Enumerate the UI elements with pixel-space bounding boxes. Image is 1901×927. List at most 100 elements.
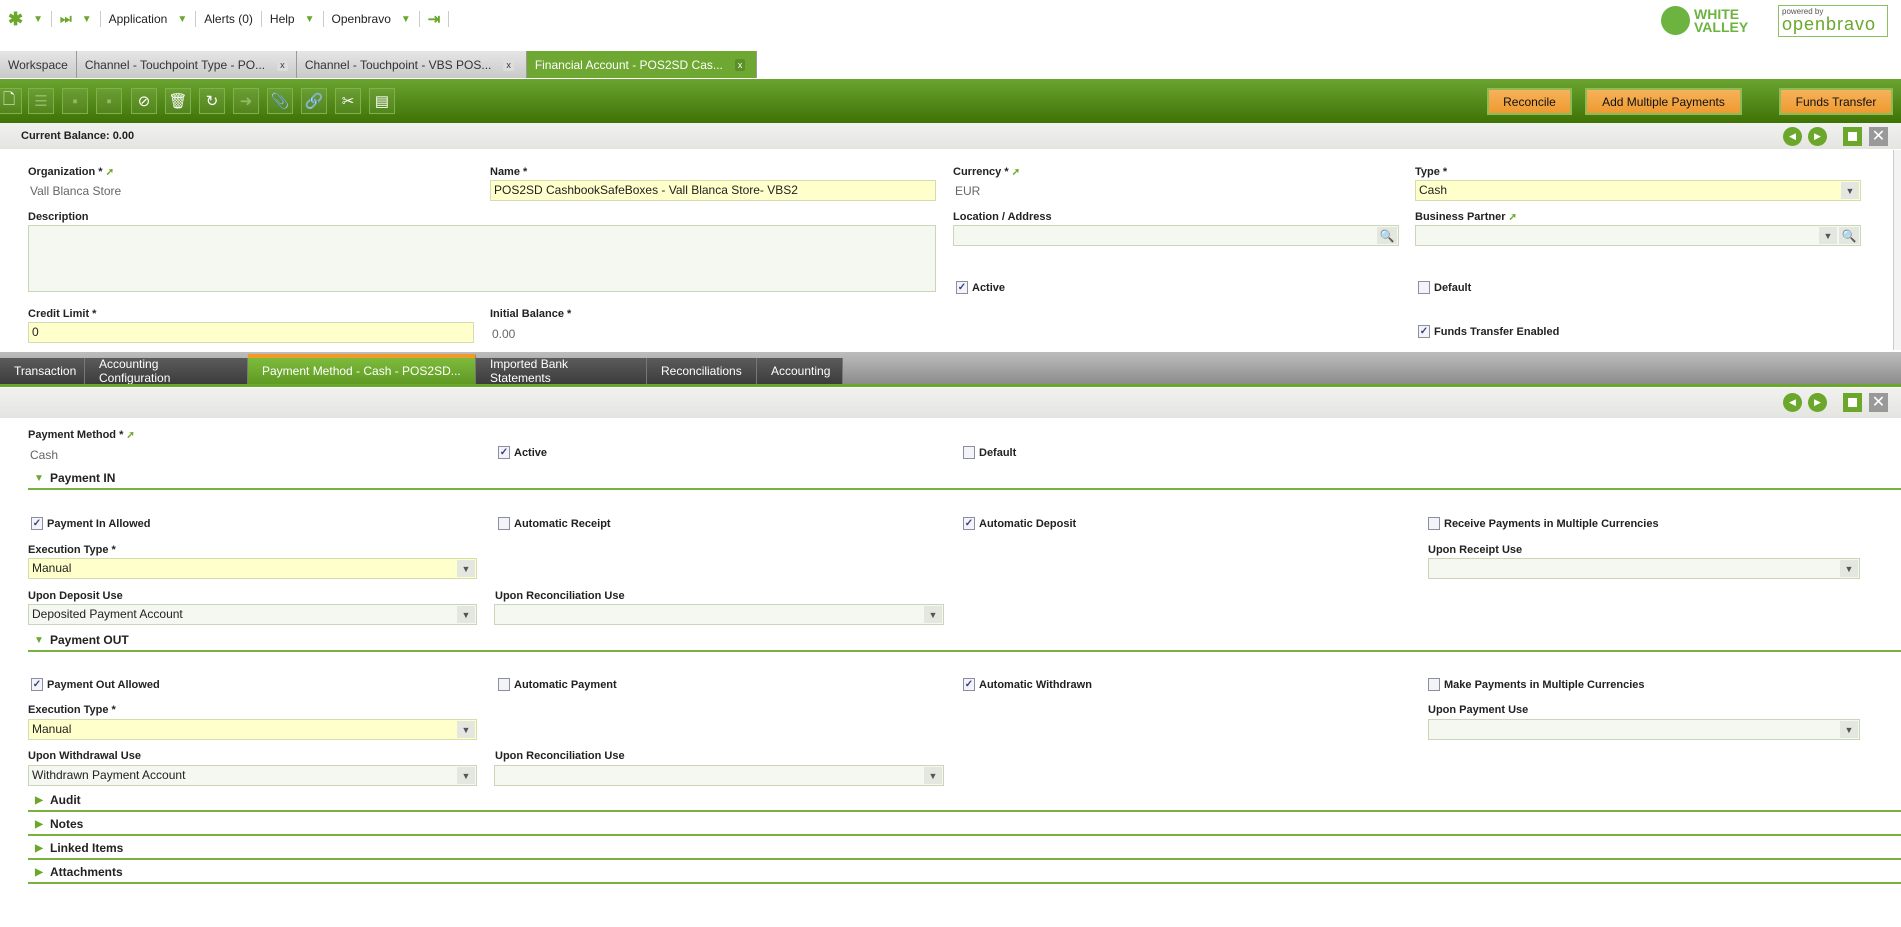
previous-record-button[interactable]: ◀ — [1783, 393, 1802, 412]
dropdown-arrow-icon[interactable]: ▼ — [1840, 560, 1858, 577]
automatic-receipt-checkbox[interactable]: Automatic Receipt — [498, 517, 611, 530]
save-button[interactable]: ▪ — [62, 88, 88, 114]
chevron-down-icon: ▼ — [81, 13, 92, 25]
select-value: Cash — [1419, 183, 1448, 197]
business-partner-label: Business Partner ➚ — [1415, 211, 1517, 223]
funds-transfer-checkbox[interactable]: ✓ Funds Transfer Enabled — [1418, 325, 1559, 338]
checkbox-label: Default — [1434, 281, 1472, 294]
menu-alerts[interactable]: Alerts (0) — [196, 11, 262, 27]
in-execution-type-select[interactable]: Manual ▼ — [28, 558, 477, 579]
tab-touchpoint[interactable]: Channel - Touchpoint - VBS POS... x — [296, 51, 527, 78]
payment-out-allowed-checkbox[interactable]: ✓ Payment Out Allowed — [31, 678, 160, 691]
quick-create-menu[interactable]: ✱ ▼ — [0, 9, 52, 29]
make-multi-currency-checkbox[interactable]: Make Payments in Multiple Currencies — [1428, 678, 1645, 691]
in-reconciliation-select[interactable]: ▼ — [494, 604, 944, 625]
tab-financial-account[interactable]: Financial Account - POS2SD Cas... x — [526, 51, 757, 78]
payment-in-allowed-checkbox[interactable]: ✓ Payment In Allowed — [31, 517, 151, 530]
credit-limit-input[interactable]: 0 — [28, 322, 474, 343]
menu-help[interactable]: Help ▼ — [262, 11, 324, 27]
dropdown-arrow-icon[interactable]: ▼ — [457, 767, 475, 784]
active-checkbox[interactable]: ✓ Active — [956, 281, 1005, 294]
menu-user[interactable]: Openbravo ▼ — [324, 11, 420, 27]
upon-receipt-label: Upon Receipt Use — [1428, 544, 1523, 556]
close-form-button[interactable]: ✕ — [1869, 127, 1888, 146]
menu-application[interactable]: Application ▼ — [101, 11, 197, 27]
reconcile-button[interactable]: Reconcile — [1487, 88, 1572, 115]
new-row-button[interactable]: ☰ — [28, 88, 54, 114]
name-input[interactable]: POS2SD CashbookSafeBoxes - Vall Blanca S… — [490, 180, 936, 201]
section-attachments[interactable]: ▶ Attachments — [28, 862, 1901, 884]
tab-touchpoint-type[interactable]: Channel - Touchpoint Type - PO... x — [76, 51, 297, 78]
subtab-imported-bank-statements[interactable]: Imported Bank Statements — [476, 357, 647, 385]
maximize-button[interactable] — [1843, 393, 1862, 412]
dropdown-arrow-icon[interactable]: ▼ — [1841, 182, 1859, 199]
dropdown-arrow-icon[interactable]: ▼ — [1840, 721, 1858, 738]
receive-multi-currency-checkbox[interactable]: Receive Payments in Multiple Currencies — [1428, 517, 1659, 530]
location-input[interactable]: 🔍 — [953, 225, 1399, 246]
section-notes[interactable]: ▶ Notes — [28, 814, 1901, 836]
section-payment-in[interactable]: ▼ Payment IN — [28, 468, 1901, 490]
out-reconciliation-select[interactable]: ▼ — [494, 765, 944, 786]
subtab-payment-method[interactable]: Payment Method - Cash - POS2SD... — [248, 354, 476, 384]
subtab-reconciliations[interactable]: Reconciliations — [647, 358, 757, 384]
upon-receipt-select[interactable]: ▼ — [1428, 558, 1860, 579]
layout-button[interactable]: ▤ — [369, 88, 395, 114]
type-select[interactable]: Cash ▼ — [1415, 180, 1861, 201]
dropdown-arrow-icon[interactable]: ▼ — [1819, 227, 1837, 244]
dropdown-arrow-icon[interactable]: ▼ — [924, 767, 942, 784]
description-textarea[interactable] — [28, 225, 936, 292]
undo-button[interactable]: ⊘ — [131, 88, 157, 114]
maximize-button[interactable] — [1843, 127, 1862, 146]
fast-forward-icon: ⏭ — [60, 11, 72, 26]
search-icon[interactable]: 🔍 — [1839, 227, 1859, 244]
previous-record-button[interactable]: ◀ — [1783, 127, 1802, 146]
checkbox-label: Automatic Deposit — [979, 517, 1077, 530]
dropdown-arrow-icon[interactable]: ▼ — [457, 721, 475, 738]
new-record-button[interactable]: 🗋 — [0, 88, 22, 114]
funds-transfer-button[interactable]: Funds Transfer — [1779, 88, 1893, 115]
section-payment-out[interactable]: ▼ Payment OUT — [28, 630, 1901, 652]
link-button[interactable]: 🔗 — [301, 88, 327, 114]
brand-name: WHITE VALLEY — [1694, 5, 1749, 35]
next-record-button[interactable]: ▶ — [1808, 127, 1827, 146]
pm-active-checkbox[interactable]: ✓ Active — [498, 446, 547, 459]
dropdown-arrow-icon[interactable]: ▼ — [924, 606, 942, 623]
attach-button[interactable]: 📎 — [267, 88, 293, 114]
checkbox-label: Active — [514, 446, 548, 459]
close-form-button[interactable]: ✕ — [1869, 393, 1888, 412]
subtab-accounting-configuration[interactable]: Accounting Configuration — [85, 357, 248, 385]
close-tab-icon[interactable]: x — [503, 58, 514, 71]
section-audit[interactable]: ▶ Audit — [28, 790, 1901, 812]
quick-launch-menu[interactable]: ⏭ ▼ — [52, 11, 101, 27]
logout-button[interactable]: ⇥ — [420, 11, 450, 28]
add-multiple-payments-button[interactable]: Add Multiple Payments — [1585, 88, 1742, 115]
in-reconciliation-label: Upon Reconciliation Use — [495, 590, 625, 602]
default-checkbox[interactable]: Default — [1418, 281, 1471, 294]
pm-default-checkbox[interactable]: Default — [963, 446, 1016, 459]
out-execution-type-select[interactable]: Manual ▼ — [28, 719, 477, 740]
search-icon[interactable]: 🔍 — [1377, 227, 1397, 244]
save-close-button[interactable]: ▪ — [96, 88, 122, 114]
close-tab-icon[interactable]: x — [277, 58, 288, 71]
dropdown-arrow-icon[interactable]: ▼ — [457, 560, 475, 577]
subtab-transaction[interactable]: Transaction — [0, 358, 85, 384]
tab-workspace[interactable]: Workspace — [0, 51, 77, 78]
automatic-deposit-checkbox[interactable]: ✓ Automatic Deposit — [963, 517, 1076, 530]
cancel-icon: ⊘ — [137, 93, 151, 110]
dropdown-arrow-icon[interactable]: ▼ — [457, 606, 475, 623]
delete-button[interactable]: 🗑 — [165, 88, 191, 114]
business-partner-input[interactable]: ▼ 🔍 — [1415, 225, 1861, 246]
upon-payment-select[interactable]: ▼ — [1428, 719, 1860, 740]
close-tab-icon[interactable]: x — [734, 58, 746, 71]
automatic-payment-checkbox[interactable]: Automatic Payment — [498, 678, 617, 691]
refresh-button[interactable]: ↻ — [199, 88, 225, 114]
subtab-accounting[interactable]: Accounting — [757, 358, 843, 384]
section-linked-items[interactable]: ▶ Linked Items — [28, 838, 1901, 860]
next-record-button[interactable]: ▶ — [1808, 393, 1827, 412]
export-button[interactable]: ➜ — [233, 88, 259, 114]
upon-deposit-select[interactable]: Deposited Payment Account ▼ — [28, 604, 477, 625]
form-scrollbar[interactable] — [1893, 150, 1901, 350]
audit-button[interactable]: ✂ — [335, 88, 361, 114]
upon-withdrawal-select[interactable]: Withdrawn Payment Account ▼ — [28, 765, 477, 786]
automatic-withdrawn-checkbox[interactable]: ✓ Automatic Withdrawn — [963, 678, 1092, 691]
